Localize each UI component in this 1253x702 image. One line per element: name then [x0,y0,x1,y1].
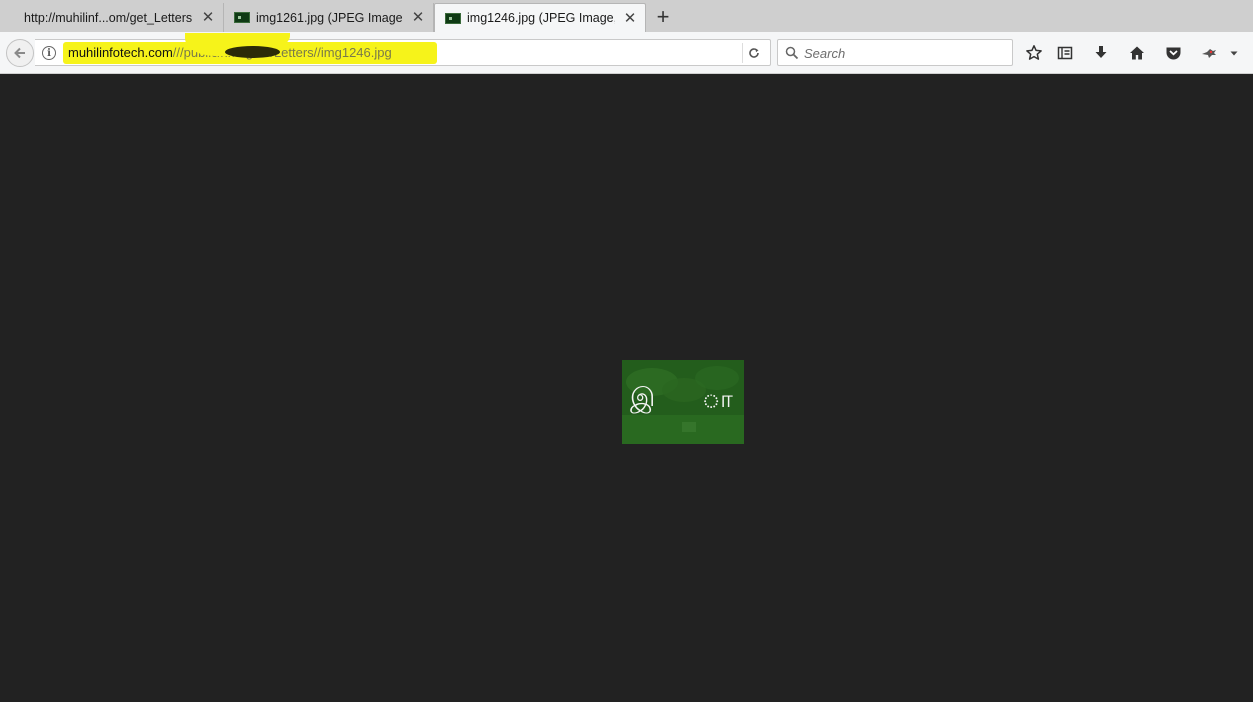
site-info-icon[interactable]: i [42,46,56,60]
pocket-icon [1166,47,1180,60]
extension-icon [1202,49,1216,58]
download-icon [1095,46,1107,58]
reload-icon [748,48,759,58]
tab-img1246[interactable]: img1246.jpg (JPEG Image, ... ✕ [434,3,646,32]
overflow-menu-button[interactable] [1226,41,1242,65]
search-icon [785,46,799,60]
pocket-button[interactable] [1161,41,1185,65]
chevron-down-icon [1230,51,1238,56]
image-letter-left: இ [630,382,656,412]
reading-list-icon [1057,46,1073,60]
tab-img1261[interactable]: img1261.jpg (JPEG Image, ... ✕ [224,3,434,32]
search-input[interactable] [804,45,1004,61]
close-icon[interactable]: ✕ [623,11,637,26]
search-bar[interactable] [777,39,1013,66]
back-arrow-icon [14,47,25,59]
bookmark-button[interactable] [1022,41,1046,65]
image-letter-right: ா [702,386,733,413]
image-viewer: இ ா [0,75,1253,702]
reload-button[interactable] [742,43,764,63]
url-highlight-smudge-shadow [225,46,280,58]
extension-button[interactable] [1197,41,1221,65]
home-button[interactable] [1125,41,1149,65]
displayed-image[interactable]: இ ா [622,360,744,444]
downloads-button[interactable] [1089,41,1113,65]
image-favicon-icon [234,12,250,23]
close-icon[interactable]: ✕ [201,10,215,25]
tab-title: http://muhilinf...om/get_Letters [24,10,193,25]
reading-list-button[interactable] [1053,41,1077,65]
tab-strip: http://muhilinf...om/get_Letters ✕ img12… [0,0,1253,32]
image-favicon-icon [445,12,461,24]
url-domain: muhilinfotech.com [68,45,173,60]
tab-title: img1246.jpg (JPEG Image, ... [467,11,615,25]
close-icon[interactable]: ✕ [411,10,425,25]
back-button[interactable] [6,39,34,67]
url-bar[interactable]: i muhilinfotech.com///public//images//Le… [35,39,771,66]
new-tab-button[interactable]: + [650,5,676,29]
tab-title: img1261.jpg (JPEG Image, ... [256,10,403,25]
bookmark-star-icon [1026,45,1042,60]
home-icon [1130,46,1144,60]
tab-get-letters[interactable]: http://muhilinf...om/get_Letters ✕ [14,3,224,32]
